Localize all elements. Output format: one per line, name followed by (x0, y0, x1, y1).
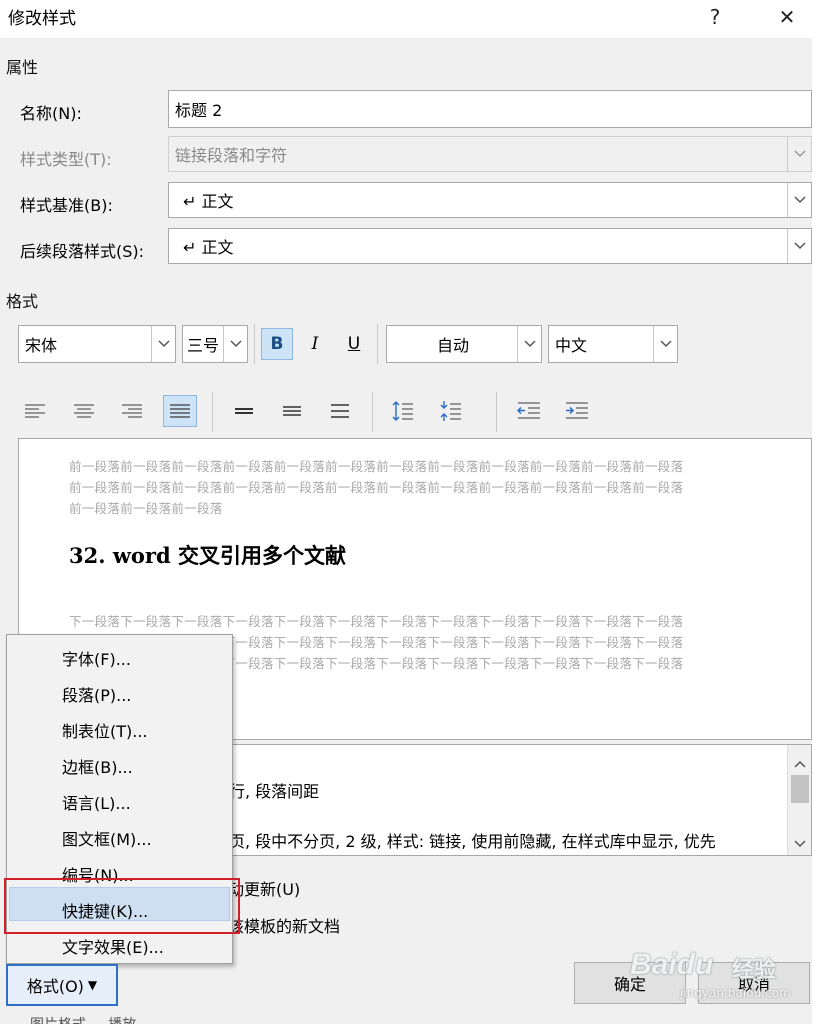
chevron-down-icon (787, 183, 811, 217)
chevron-down-icon[interactable] (794, 833, 806, 852)
preview-prev-paragraph: 前一段落前一段落前一段落 (69, 501, 223, 516)
style-based-label: 样式基准(B): (20, 196, 113, 215)
align-left-icon[interactable] (18, 395, 52, 427)
preview-prev-paragraph: 前一段落前一段落前一段落前一段落前一段落前一段落前一段落前一段落前一段落前一段落… (69, 480, 684, 495)
style-based-select[interactable]: ↵ 正文 (168, 182, 812, 218)
chevron-up-icon[interactable] (794, 753, 806, 772)
style-based-value: ↵ 正文 (183, 192, 234, 211)
description-line: 页, 段中不分页, 2 级, 样式: 链接, 使用前隐藏, 在样式库中显示, 优… (229, 832, 716, 851)
color-select[interactable]: 自动 (386, 325, 542, 363)
style-type-select[interactable]: 链接段落和字符 (168, 136, 812, 172)
script-select[interactable]: 中文 (548, 325, 678, 363)
next-style-label: 后续段落样式(S): (20, 242, 145, 261)
preview-heading: 32. word 交叉引用多个文献 (69, 543, 346, 568)
align-right-icon[interactable] (115, 395, 149, 427)
watermark-brand: Baidu (630, 948, 714, 981)
align-center-icon[interactable] (67, 395, 101, 427)
next-style-value: ↵ 正文 (183, 238, 234, 257)
menu-item-text-effects[interactable]: 文字效果(E)... (62, 934, 164, 958)
format-menu-button[interactable]: 格式(O) ▼ (6, 964, 118, 1006)
format-button-label: 格式(O) (26, 977, 84, 996)
style-type-value: 链接段落和字符 (175, 146, 288, 165)
chevron-down-icon (653, 326, 677, 362)
bold-button[interactable]: B (261, 328, 293, 360)
italic-button[interactable]: I (299, 328, 331, 360)
watermark-brand-cn: 经验 (732, 958, 777, 983)
menu-item-frame[interactable]: 图文框(M)... (62, 826, 152, 850)
description-scrollbar[interactable] (787, 745, 811, 855)
font-value: 宋体 (25, 336, 58, 355)
next-style-select[interactable]: ↵ 正文 (168, 228, 812, 264)
chevron-down-icon (787, 137, 811, 171)
dialog-title: 修改样式 (8, 9, 76, 29)
description-line: 行, 段落间距 (229, 782, 320, 801)
decrease-spacing-icon[interactable] (434, 395, 468, 427)
single-spacing-icon[interactable] (227, 395, 261, 427)
background-text: 图片格式 ... 播放 ... (30, 1014, 154, 1024)
right-border (812, 38, 824, 1024)
preview-prev-paragraph: 前一段落前一段落前一段落前一段落前一段落前一段落前一段落前一段落前一段落前一段落… (69, 459, 684, 474)
menu-item-language[interactable]: 语言(L)... (62, 790, 131, 814)
one-half-spacing-icon[interactable] (275, 395, 309, 427)
scrollbar-thumb[interactable] (791, 775, 809, 803)
toolbar-divider (496, 392, 497, 432)
format-section-label: 格式 (6, 292, 39, 311)
color-value: 自动 (436, 336, 469, 355)
underline-button[interactable]: U (338, 328, 370, 360)
caret-down-icon: ▼ (87, 978, 98, 992)
chevron-down-icon (151, 326, 175, 362)
close-button[interactable]: ✕ (764, 0, 810, 34)
watermark-url: jingyan.baidu.com (680, 986, 791, 1000)
size-select[interactable]: 三号 (182, 325, 248, 363)
increase-indent-icon[interactable] (560, 395, 594, 427)
name-input[interactable]: 标题 2 (168, 90, 812, 128)
help-button[interactable]: ? (692, 0, 738, 34)
toolbar-divider (212, 392, 213, 432)
name-label: 名称(N): (20, 104, 82, 123)
toolbar-divider (377, 324, 378, 364)
highlight-annotation-box (4, 878, 240, 934)
chevron-down-icon (517, 326, 541, 362)
toolbar-divider (254, 324, 255, 364)
menu-item-border[interactable]: 边框(B)... (62, 754, 133, 778)
menu-item-tabs[interactable]: 制表位(T)... (62, 718, 148, 742)
new-documents-option[interactable]: 该模板的新文档 (228, 913, 340, 937)
style-type-label: 样式类型(T): (20, 150, 112, 169)
increase-spacing-icon[interactable] (386, 395, 420, 427)
preview-next-paragraph: 下一段落下一段落下一段落下一段落下一段落下一段落下一段落下一段落下一段落下一段落… (69, 614, 684, 629)
double-spacing-icon[interactable] (323, 395, 357, 427)
chevron-down-icon (787, 229, 811, 263)
decrease-indent-icon[interactable] (512, 395, 546, 427)
chevron-down-icon (223, 326, 247, 362)
justify-icon[interactable] (163, 395, 197, 427)
script-value: 中文 (555, 336, 588, 355)
font-select[interactable]: 宋体 (18, 325, 176, 363)
toolbar-divider (372, 392, 373, 432)
properties-section-label: 属性 (6, 58, 39, 77)
menu-item-font[interactable]: 字体(F)... (62, 646, 131, 670)
size-value: 三号 (187, 336, 220, 355)
menu-item-paragraph[interactable]: 段落(P)... (62, 682, 131, 706)
